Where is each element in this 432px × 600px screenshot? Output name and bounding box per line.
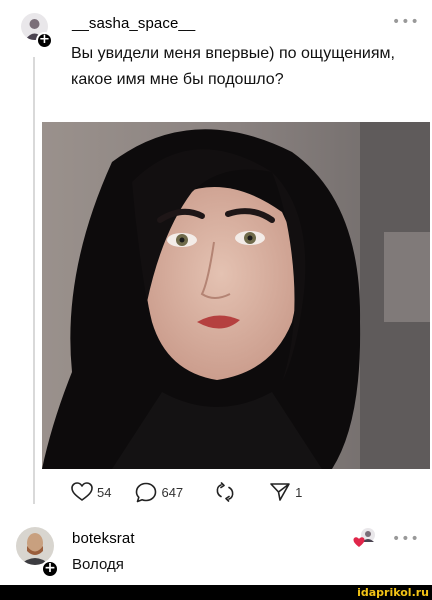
like-button[interactable]: 54 — [71, 482, 111, 502]
repost-icon — [216, 482, 234, 502]
comment-count: 647 — [161, 484, 184, 500]
watermark: idaprikol.ru — [357, 586, 429, 599]
heart-icon — [71, 482, 93, 501]
more-horizontal-icon[interactable]: ••• — [392, 14, 420, 30]
share-count: 1 — [295, 484, 303, 500]
post-actions: 54 647 1 — [71, 480, 326, 504]
more-horizontal-icon[interactable]: ••• — [392, 531, 420, 547]
like-count: 54 — [97, 484, 112, 500]
comment-icon — [136, 482, 157, 502]
post-username[interactable]: __sasha_space__ — [72, 15, 195, 32]
repost-button[interactable] — [215, 482, 239, 502]
heart-icon — [353, 537, 365, 547]
reply-username[interactable]: boteksrat — [72, 530, 135, 547]
send-icon — [270, 483, 290, 501]
share-button[interactable]: 1 — [269, 482, 302, 502]
comment-button[interactable]: 647 — [135, 482, 183, 503]
post-photo[interactable] — [42, 122, 430, 469]
follow-plus-icon[interactable]: + — [36, 32, 53, 49]
post-text: Вы увидели меня впервые) по ощущениям, к… — [71, 45, 395, 88]
thread-line — [33, 57, 35, 504]
reply-text: Володя — [72, 556, 124, 573]
follow-plus-icon[interactable]: + — [41, 560, 59, 578]
liked-by-author-indicator — [353, 527, 377, 549]
